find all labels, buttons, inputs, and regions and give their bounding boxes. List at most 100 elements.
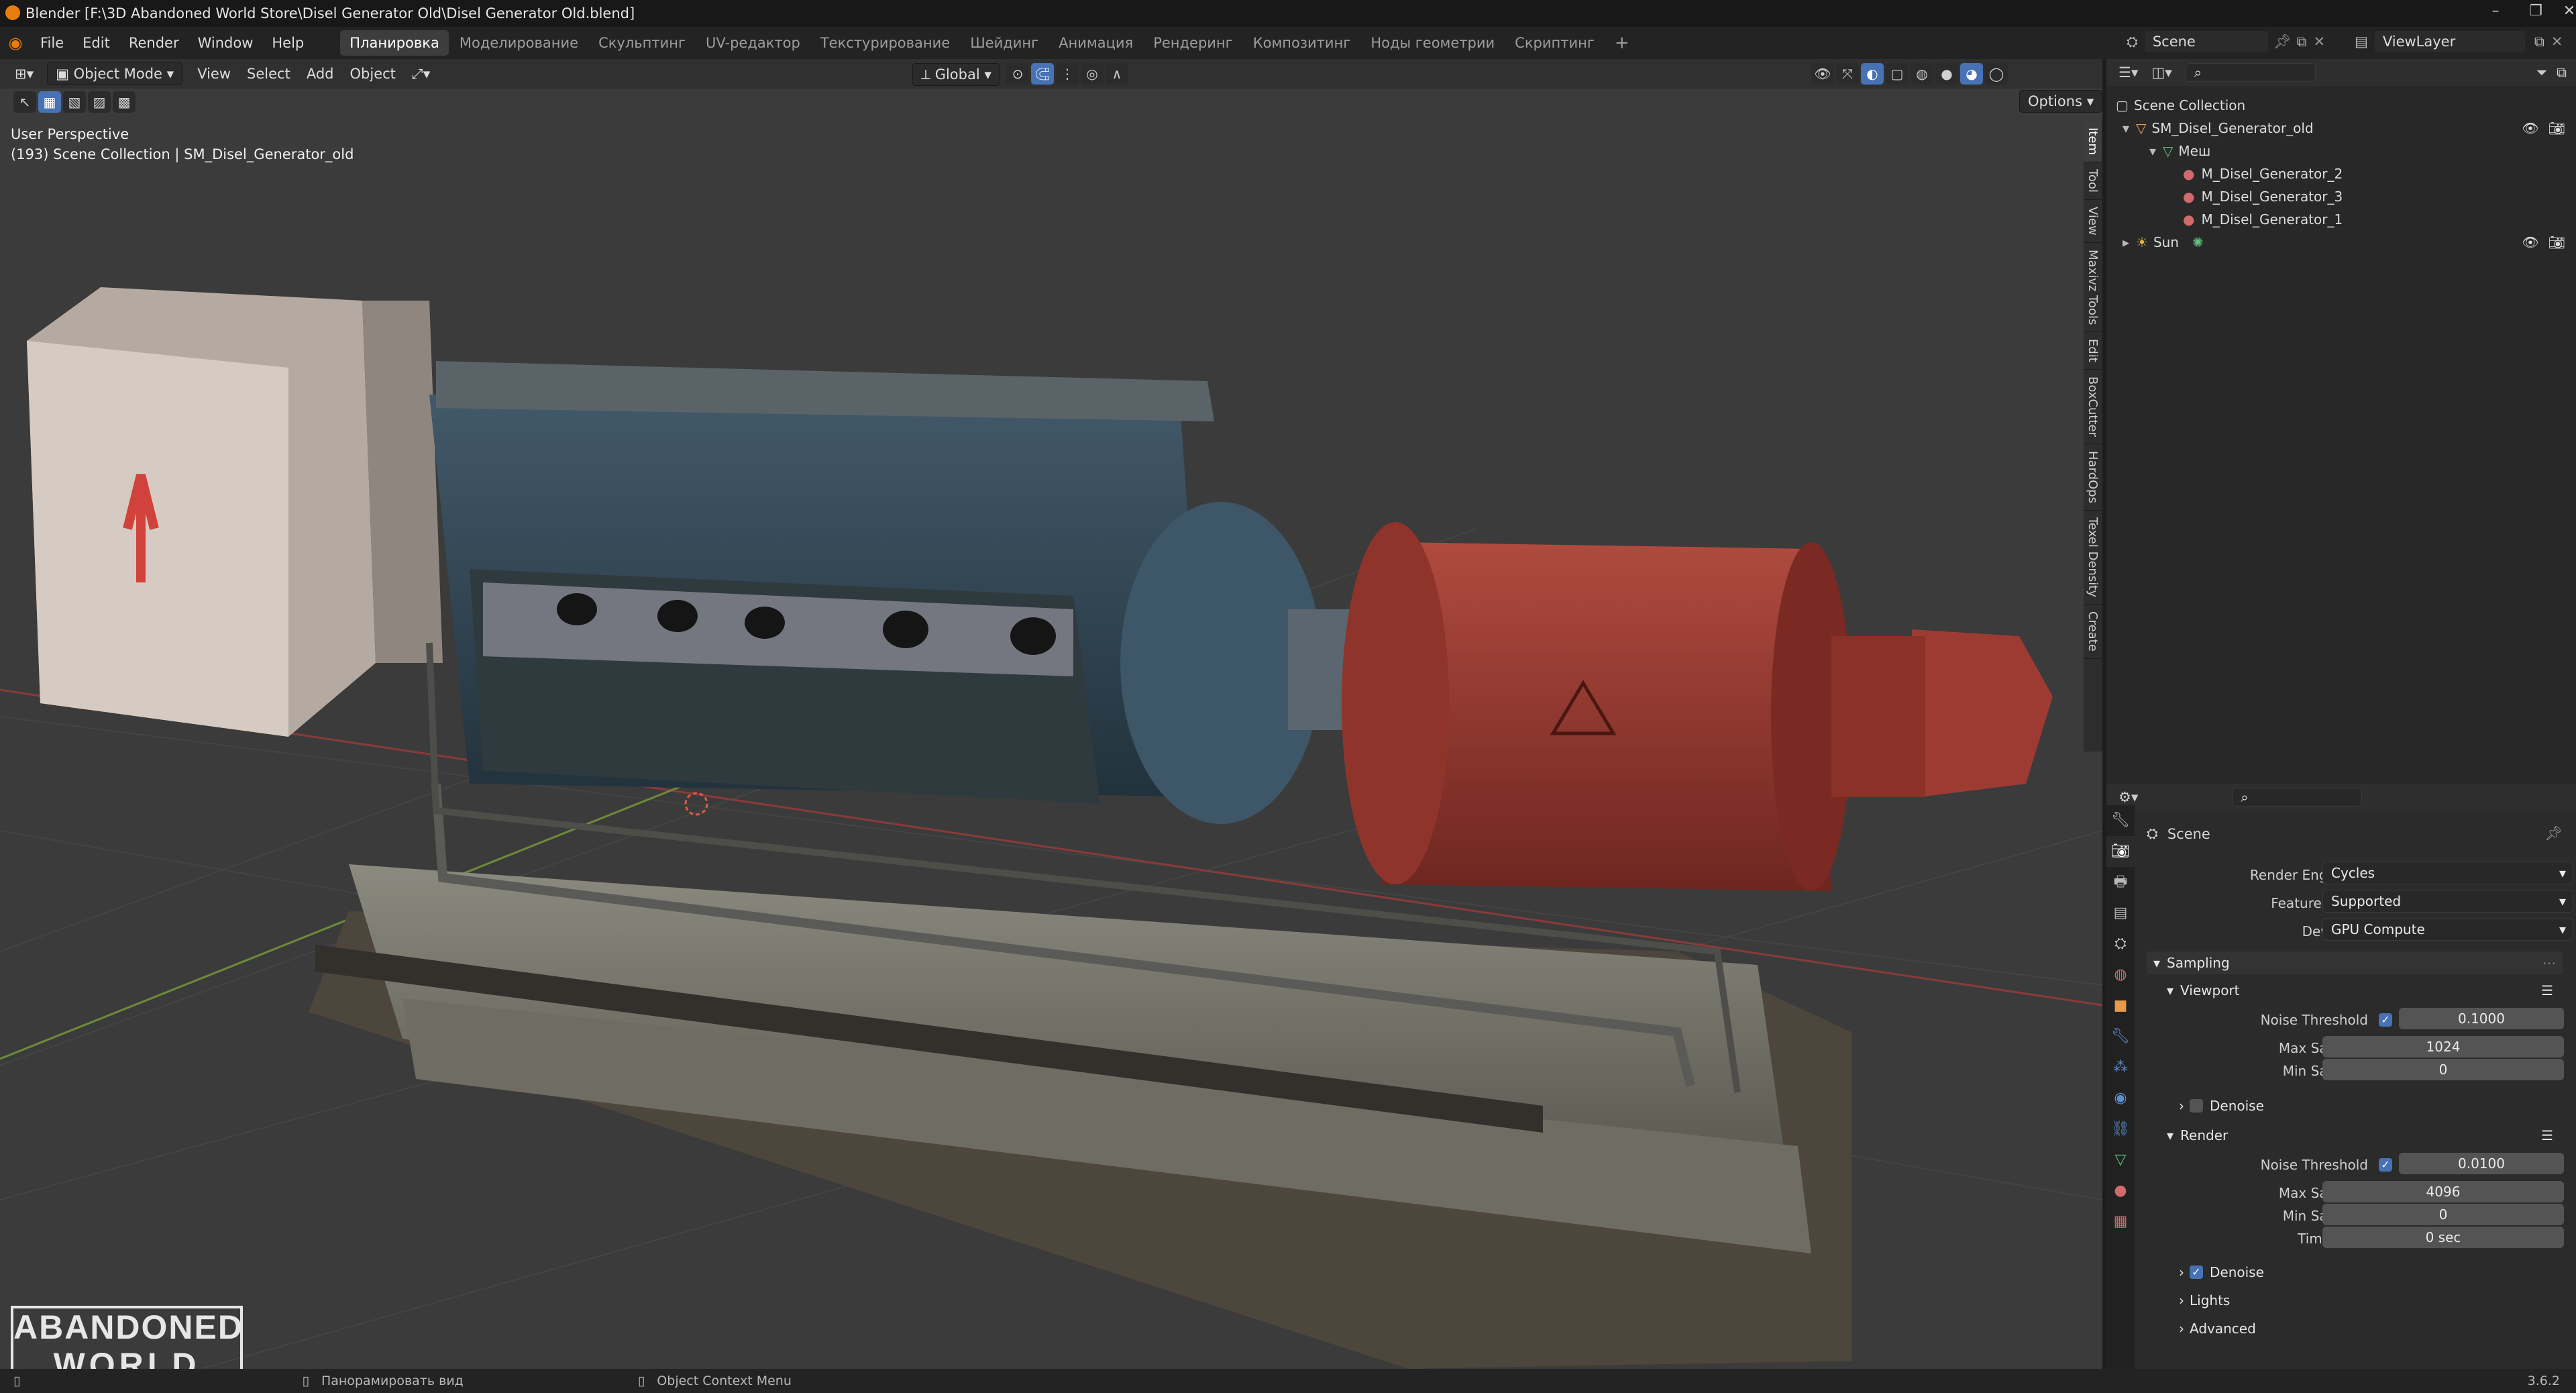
- wireframe-shading-icon[interactable]: ◍: [1911, 63, 1933, 85]
- menu-object[interactable]: Object: [342, 63, 404, 85]
- properties-search-input[interactable]: ⌕: [2232, 788, 2363, 807]
- delete-view-layer-icon[interactable]: ✕: [2551, 34, 2563, 50]
- viewport-denoise-header[interactable]: › Denoise: [2174, 1095, 2563, 1117]
- expand-arrow-icon[interactable]: ▾: [2123, 117, 2136, 140]
- select-tool-icon[interactable]: ↖: [13, 91, 36, 113]
- falloff-icon[interactable]: ∧: [1106, 63, 1128, 85]
- physics-tab-icon[interactable]: ◉: [2106, 1083, 2135, 1114]
- delete-scene-icon[interactable]: ✕: [2313, 34, 2325, 50]
- outliner-editor-icon[interactable]: ☰▾: [2118, 64, 2138, 81]
- constraints-tab-icon[interactable]: ⛓︎: [2106, 1114, 2135, 1145]
- render-denoise-checkbox[interactable]: ✓: [2190, 1266, 2203, 1279]
- drag-handle-icon[interactable]: ⋯: [2542, 955, 2556, 971]
- menu-view[interactable]: View: [189, 63, 239, 85]
- gizmo-icon[interactable]: ⤧: [1836, 63, 1859, 85]
- tab-boxcutter[interactable]: BoxCutter: [2084, 370, 2102, 444]
- data-tab-icon[interactable]: ▽: [2106, 1145, 2135, 1176]
- camera-icon[interactable]: 📷︎: [2548, 231, 2565, 254]
- editor-type-button[interactable]: ⊞▾: [7, 63, 42, 85]
- filter-icon[interactable]: ⏷: [2536, 64, 2547, 81]
- tab-compositing[interactable]: Композитинг: [1244, 30, 1360, 56]
- scene-name[interactable]: Scene: [2144, 31, 2268, 52]
- viewport-denoise-checkbox[interactable]: [2190, 1099, 2203, 1113]
- pin-icon[interactable]: 📌︎: [2544, 825, 2563, 842]
- viewport-subpanel-header[interactable]: ▾ Viewport ☰: [2160, 980, 2563, 1001]
- select-subtract-icon[interactable]: ▨: [88, 91, 111, 113]
- tab-modeling[interactable]: Моделирование: [450, 30, 588, 56]
- pin-icon[interactable]: 📌︎: [2273, 34, 2292, 50]
- tab-maxivz-tools[interactable]: Maxivz Tools: [2084, 243, 2102, 333]
- menu-window[interactable]: Window: [189, 27, 263, 59]
- presets-icon[interactable]: ☰: [2541, 1127, 2553, 1143]
- tab-item[interactable]: Item: [2084, 121, 2102, 162]
- new-view-layer-icon[interactable]: ⧉: [2534, 34, 2544, 50]
- render-denoise-header[interactable]: › ✓ Denoise: [2174, 1261, 2563, 1283]
- render-noise-field[interactable]: 0.0100: [2399, 1153, 2564, 1174]
- snap-icon[interactable]: 🧲︎: [1031, 63, 1054, 85]
- modifier-tab-icon[interactable]: 🔧︎: [2106, 1021, 2135, 1052]
- tree-row-mesh[interactable]: ▾ ▽ Меш: [2116, 140, 2565, 162]
- transform-orientation-dropdown[interactable]: ⟂ Global ▾: [912, 63, 1000, 86]
- render-min-field[interactable]: 0: [2322, 1204, 2564, 1225]
- sampling-panel-header[interactable]: ▾ Sampling ⋯: [2147, 951, 2563, 974]
- material-shading-icon[interactable]: ◕: [1960, 63, 1983, 85]
- close-button[interactable]: ✕: [2549, 3, 2576, 24]
- menu-render[interactable]: Render: [119, 27, 189, 59]
- object-tab-icon[interactable]: ■: [2106, 990, 2135, 1021]
- texture-tab-icon[interactable]: ▦: [2106, 1206, 2135, 1237]
- view-layer-name[interactable]: ViewLayer: [2374, 31, 2525, 52]
- presets-icon[interactable]: ☰: [2541, 982, 2553, 998]
- menu-edit[interactable]: Edit: [73, 27, 119, 59]
- viewport-max-field[interactable]: 1024: [2322, 1036, 2564, 1057]
- feature-set-dropdown[interactable]: Supported ▾: [2322, 890, 2573, 913]
- tree-row-sun[interactable]: ▸ ☀ Sun ✺ 👁︎ 📷︎: [2116, 231, 2565, 254]
- xray-icon[interactable]: ▢: [1886, 63, 1909, 85]
- tab-create[interactable]: Create: [2084, 605, 2102, 659]
- advanced-subpanel-header[interactable]: › Advanced: [2174, 1318, 2563, 1339]
- select-extend-icon[interactable]: ▧: [63, 91, 86, 113]
- render-tab-icon[interactable]: 📷︎: [2106, 836, 2135, 867]
- expand-arrow-icon[interactable]: ▸: [2123, 231, 2136, 254]
- tab-tool[interactable]: Tool: [2084, 162, 2102, 200]
- select-new-icon[interactable]: ▦: [38, 91, 61, 113]
- eye-icon[interactable]: 👁︎: [2522, 231, 2538, 254]
- outliner-search-input[interactable]: ⌕: [2185, 63, 2316, 82]
- output-tab-icon[interactable]: 🖶︎: [2106, 867, 2135, 898]
- menu-help[interactable]: Help: [262, 27, 313, 59]
- snap-target-icon[interactable]: ⋮: [1056, 63, 1079, 85]
- rendered-shading-icon[interactable]: ◯: [1985, 63, 2008, 85]
- render-subpanel-header[interactable]: ▾ Render ☰: [2160, 1125, 2563, 1146]
- tab-layout[interactable]: Планировка: [340, 30, 449, 56]
- select-invert-icon[interactable]: ▩: [113, 91, 136, 113]
- lights-subpanel-header[interactable]: › Lights: [2174, 1290, 2563, 1311]
- gizmo-toggle-icon[interactable]: ⤢▾: [404, 63, 438, 85]
- tree-row-material[interactable]: ● M_Disel_Generator_1: [2116, 208, 2565, 231]
- device-dropdown[interactable]: GPU Compute ▾: [2322, 918, 2573, 941]
- tree-row-material[interactable]: ● M_Disel_Generator_3: [2116, 185, 2565, 208]
- tree-row-scene-collection[interactable]: ▢ Scene Collection: [2116, 94, 2565, 117]
- 3d-viewport[interactable]: ABANDONED WORLD User Perspective (193) S…: [0, 59, 2102, 1369]
- scene-tab-icon[interactable]: ⛭: [2106, 929, 2135, 960]
- blender-menu-icon[interactable]: ◉: [0, 34, 31, 52]
- material-tab-icon[interactable]: ●: [2106, 1176, 2135, 1206]
- render-engine-dropdown[interactable]: Cycles ▾: [2322, 862, 2573, 884]
- tab-texture-paint[interactable]: Текстурирование: [811, 30, 959, 56]
- tab-shading[interactable]: Шейдинг: [961, 30, 1048, 56]
- camera-icon[interactable]: 📷︎: [2548, 117, 2565, 140]
- tab-hardops[interactable]: HardOps: [2084, 444, 2102, 511]
- tab-geometry-nodes[interactable]: Ноды геометрии: [1361, 30, 1504, 56]
- tree-row-object[interactable]: ▾ ▽ SM_Disel_Generator_old 👁︎ 📷︎: [2116, 117, 2565, 140]
- display-mode-icon[interactable]: ◫▾: [2151, 64, 2171, 81]
- tool-tab-icon[interactable]: 🔧︎: [2106, 805, 2135, 836]
- new-scene-icon[interactable]: ⧉: [2296, 34, 2306, 50]
- tab-sculpting[interactable]: Скульптинг: [589, 30, 695, 56]
- render-time-field[interactable]: 0 sec: [2322, 1227, 2564, 1248]
- options-dropdown[interactable]: Options ▾: [2019, 90, 2103, 113]
- add-workspace-button[interactable]: +: [1605, 30, 1639, 56]
- viewport-noise-field[interactable]: 0.1000: [2399, 1008, 2564, 1029]
- minimize-button[interactable]: –: [2475, 3, 2516, 24]
- render-noise-checkbox[interactable]: ✓: [2379, 1158, 2392, 1172]
- tab-rendering[interactable]: Рендеринг: [1144, 30, 1242, 56]
- solid-shading-icon[interactable]: ●: [1935, 63, 1958, 85]
- viewport-min-field[interactable]: 0: [2322, 1059, 2564, 1080]
